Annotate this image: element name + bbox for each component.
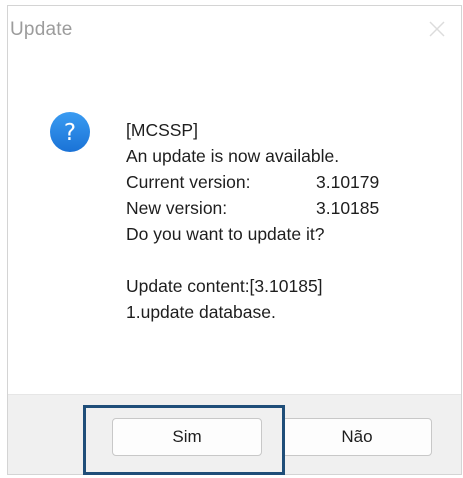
update-content-item: 1.update database. <box>126 302 276 322</box>
app-tag: [MCSSP] <box>126 120 198 140</box>
message-text: [MCSSP] An update is now available. Curr… <box>126 117 379 325</box>
update-available-text: An update is now available. <box>126 146 340 166</box>
close-button[interactable] <box>427 19 447 39</box>
screenshot-frame: Update ? [MCSSP] An update is now availa… <box>0 0 463 478</box>
new-version-row: New version: 3.10185 <box>126 195 379 221</box>
question-icon: ? <box>49 111 91 153</box>
new-version-value: 3.10185 <box>316 198 380 218</box>
title-bar: Update <box>8 6 461 56</box>
new-version-label: New version: <box>126 198 228 218</box>
update-content-header: Update content:[3.10185] <box>126 276 323 296</box>
dialog-content: ? [MCSSP] An update is now available. Cu… <box>8 56 461 394</box>
question-glyph: ? <box>64 120 76 146</box>
current-version-label: Current version: <box>126 172 251 192</box>
update-question: Do you want to update it? <box>126 224 325 244</box>
update-dialog: Update ? [MCSSP] An update is now availa… <box>7 5 462 475</box>
current-version-value: 3.10179 <box>316 172 380 192</box>
button-bar: Sim Não <box>8 394 461 474</box>
current-version-row: Current version: 3.10179 <box>126 169 379 195</box>
yes-button[interactable]: Sim <box>112 418 262 456</box>
no-button[interactable]: Não <box>282 418 432 456</box>
close-icon <box>429 21 445 37</box>
window-title: Update <box>10 19 73 40</box>
